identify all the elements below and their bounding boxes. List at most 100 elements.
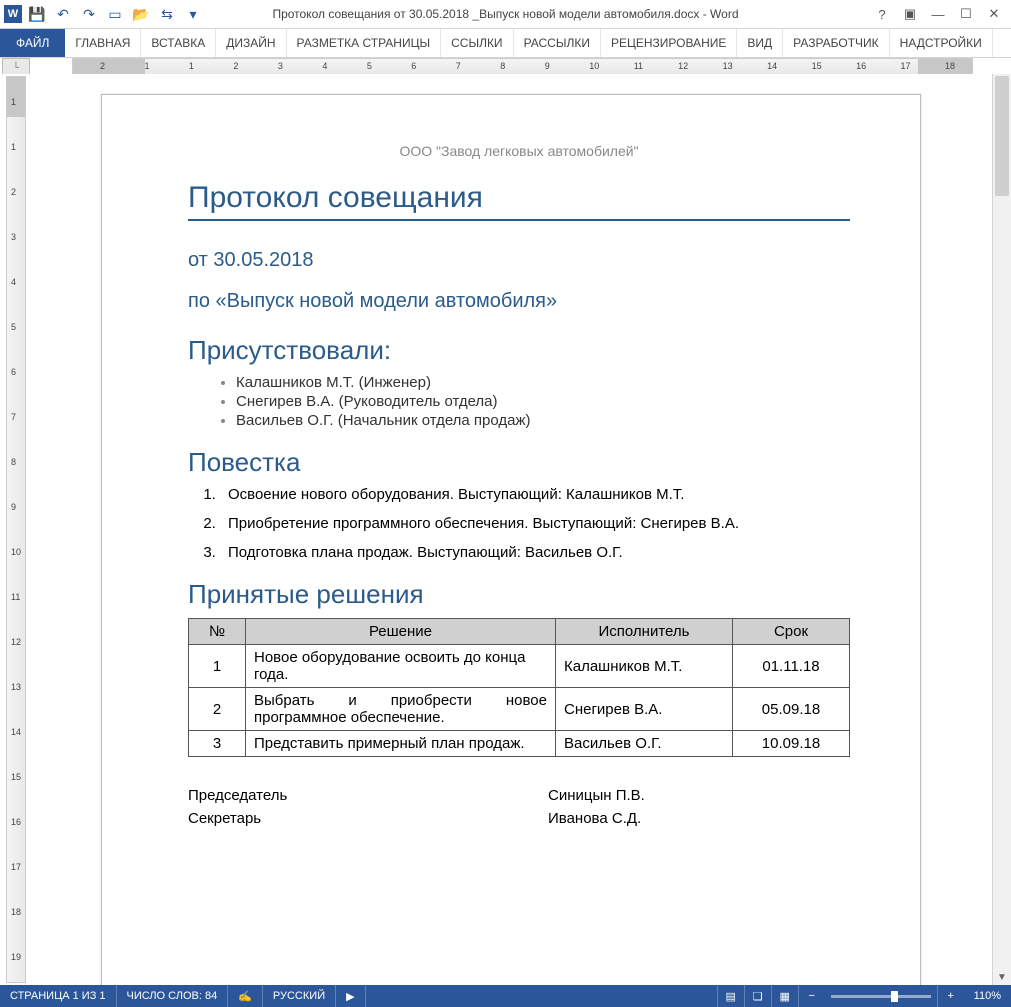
zoom-slider-knob[interactable] [891, 991, 898, 1002]
ruler-tick: 16 [11, 817, 21, 827]
ruler-tick: 2 [11, 187, 16, 197]
agenda-item: Освоение нового оборудования. Выступающи… [220, 486, 850, 503]
ruler-tick: 1 [11, 142, 16, 152]
ribbon-tab[interactable]: РАССЫЛКИ [514, 29, 601, 57]
quick-print-button[interactable]: ⇆ [156, 3, 178, 25]
save-button[interactable]: 💾 [26, 3, 48, 25]
cell-term: 10.09.18 [733, 731, 850, 757]
ruler-tick: 9 [545, 61, 550, 71]
status-word-count[interactable]: ЧИСЛО СЛОВ: 84 [117, 985, 229, 1007]
vertical-scrollbar[interactable]: ▲ ▼ [992, 74, 1011, 985]
new-doc-button[interactable]: ▭ [104, 3, 126, 25]
ribbon-tab[interactable]: РЕЦЕНЗИРОВАНИЕ [601, 29, 737, 57]
zoom-out-button[interactable]: − [798, 985, 825, 1007]
agenda-item: Приобретение программного обеспечения. В… [220, 515, 850, 532]
view-print-layout-button[interactable]: ❏ [744, 985, 771, 1007]
ruler-tick: 4 [11, 277, 16, 287]
ribbon-tab[interactable]: РАЗРАБОТЧИК [783, 29, 890, 57]
close-icon: ✕ [989, 6, 1000, 22]
status-macro[interactable]: ▶ [336, 985, 365, 1007]
secretary-name: Иванова С.Д. [548, 810, 641, 827]
close-button[interactable]: ✕ [981, 3, 1007, 25]
maximize-button[interactable]: ☐ [953, 3, 979, 25]
ruler-tick: 1 [144, 61, 149, 71]
ruler-tick: 1 [189, 61, 194, 71]
ruler-tick: 19 [11, 952, 21, 962]
view-read-mode-button[interactable]: ▤ [717, 985, 744, 1007]
ribbon-tab[interactable]: ССЫЛКИ [441, 29, 513, 57]
file-tab[interactable]: ФАЙЛ [0, 29, 65, 57]
status-page[interactable]: СТРАНИЦА 1 ИЗ 1 [0, 985, 117, 1007]
web-layout-icon: ▦ [779, 990, 789, 1003]
quick-icon: ⇆ [161, 6, 173, 23]
macro-record-icon: ▶ [346, 990, 354, 1003]
ribbon-tab[interactable]: ВСТАВКА [141, 29, 216, 57]
document-title: Протокол совещания [188, 181, 850, 221]
ribbon-tab[interactable]: ВИД [737, 29, 783, 57]
view-web-layout-button[interactable]: ▦ [771, 985, 798, 1007]
dropdown-icon: ▾ [189, 6, 196, 23]
signatures-block: Председатель Синицын П.В. Секретарь Иван… [188, 787, 850, 827]
open-button[interactable]: 📂 [130, 3, 152, 25]
ruler-tick: 15 [11, 772, 21, 782]
cell-text: Новое оборудование освоить до конца года… [246, 645, 556, 688]
ruler-tick: 3 [278, 61, 283, 71]
qat-more-button[interactable]: ▾ [182, 3, 204, 25]
ruler-tick: 13 [11, 682, 21, 692]
redo-button[interactable]: ↷ [78, 3, 100, 25]
read-mode-icon: ▤ [725, 990, 735, 1003]
ruler-tick: 7 [11, 412, 16, 422]
signature-row: Секретарь Иванова С.Д. [188, 810, 850, 827]
cell-exec: Васильев О.Г. [556, 731, 733, 757]
ribbon-options-icon: ▣ [904, 6, 916, 22]
maximize-icon: ☐ [960, 6, 972, 22]
ruler-tick: 4 [322, 61, 327, 71]
signature-row: Председатель Синицын П.В. [188, 787, 850, 804]
meeting-date: от 30.05.2018 [188, 249, 850, 272]
scroll-down-icon[interactable]: ▼ [993, 969, 1011, 985]
secretary-role: Секретарь [188, 810, 548, 827]
status-proofing[interactable]: ✍ [228, 985, 263, 1007]
ruler-tick: 17 [901, 61, 911, 71]
ribbon-tab[interactable]: РАЗМЕТКА СТРАНИЦЫ [287, 29, 442, 57]
meeting-subject: по «Выпуск новой модели автомобиля» [188, 290, 850, 313]
chair-role: Председатель [188, 787, 548, 804]
attendee-item: Снегирев В.А. (Руководитель отдела) [236, 393, 850, 410]
ruler-tick: 2 [100, 61, 105, 71]
editor-viewport: 112345678910111213141516171819 ООО "Заво… [0, 74, 1011, 985]
ruler-tick: 8 [11, 457, 16, 467]
cell-num: 1 [189, 645, 246, 688]
ruler-tick: 15 [812, 61, 822, 71]
ruler-tick: 12 [11, 637, 21, 647]
table-row: 2Выбрать и приобрести новое программное … [189, 688, 850, 731]
ribbon-tab[interactable]: НАДСТРОЙКИ [890, 29, 993, 57]
scroll-thumb[interactable] [995, 76, 1009, 196]
decisions-heading: Принятые решения [188, 579, 850, 610]
ruler-tick: 13 [723, 61, 733, 71]
cell-num: 2 [189, 688, 246, 731]
ribbon-tab[interactable]: ДИЗАЙН [216, 29, 286, 57]
page-scroll-area[interactable]: ООО "Завод легковых автомобилей" Протоко… [30, 74, 992, 985]
minimize-button[interactable]: — [925, 3, 951, 25]
vertical-ruler[interactable]: 112345678910111213141516171819 [6, 76, 26, 983]
cell-term: 05.09.18 [733, 688, 850, 731]
undo-icon: ↶ [57, 6, 69, 23]
status-language[interactable]: РУССКИЙ [263, 985, 336, 1007]
undo-button[interactable]: ↶ [52, 3, 74, 25]
zoom-slider[interactable] [831, 995, 931, 998]
zoom-in-button[interactable]: + [937, 985, 964, 1007]
ribbon-tabs: ФАЙЛ ГЛАВНАЯВСТАВКАДИЗАЙНРАЗМЕТКА СТРАНИ… [0, 29, 1011, 58]
window-controls: ? ▣ — ☐ ✕ [869, 3, 1011, 25]
document-page[interactable]: ООО "Завод легковых автомобилей" Протоко… [101, 94, 921, 985]
help-button[interactable]: ? [869, 3, 895, 25]
cell-text: Выбрать и приобрести новое программное о… [246, 688, 556, 731]
col-text: Решение [246, 619, 556, 645]
save-icon: 💾 [28, 6, 45, 23]
ruler-tick: 11 [11, 592, 20, 602]
ribbon-tab[interactable]: ГЛАВНАЯ [65, 29, 141, 57]
ribbon-display-options-button[interactable]: ▣ [897, 3, 923, 25]
ruler-tick: 3 [11, 232, 16, 242]
decisions-table: № Решение Исполнитель Срок 1Новое оборуд… [188, 618, 850, 757]
ruler-tick: 5 [11, 322, 16, 332]
zoom-level[interactable]: 110% [964, 985, 1011, 1007]
